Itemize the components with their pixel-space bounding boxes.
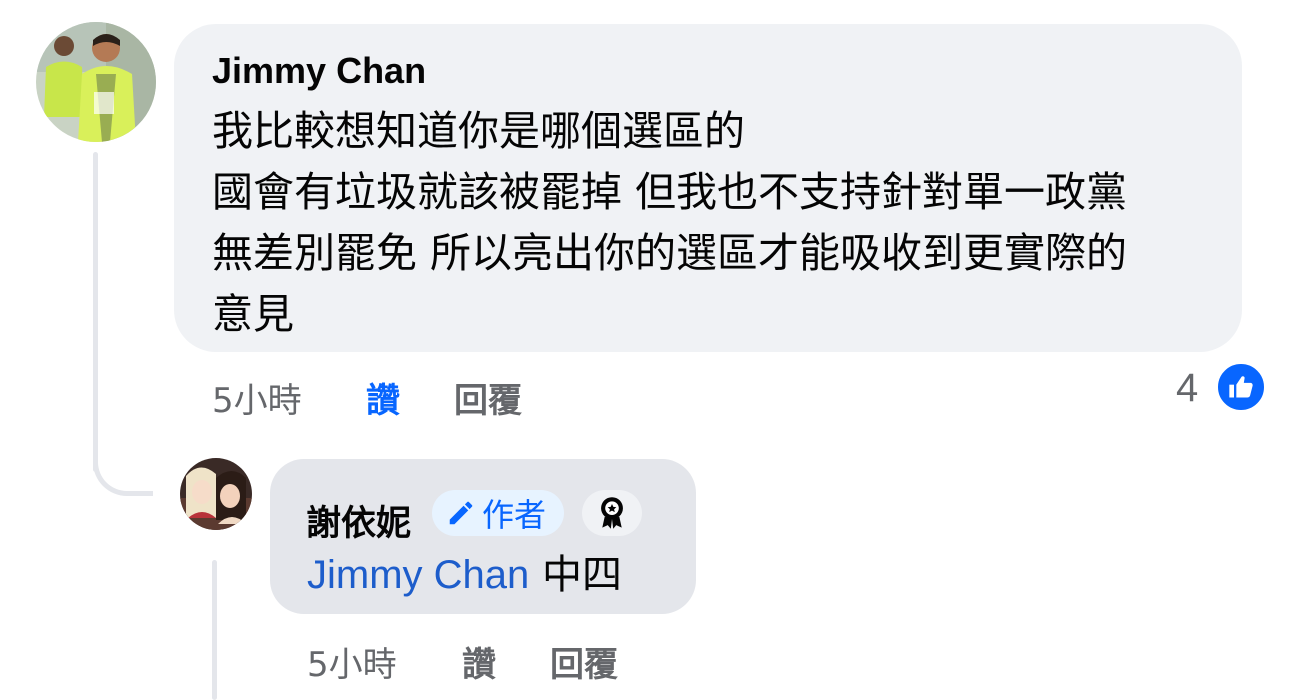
comment-author-name[interactable]: Jimmy Chan bbox=[212, 50, 426, 92]
like-button[interactable]: 讚 bbox=[366, 373, 400, 422]
thread-connector-curve bbox=[93, 410, 153, 496]
comment-text: 我比較想知道你是哪個選區的 國會有垃圾就該被罷掉 但我也不支持針對單一政黨 無差… bbox=[212, 101, 1222, 345]
reply-button[interactable]: 回覆 bbox=[550, 637, 618, 686]
reply-timestamp[interactable]: 5小時 bbox=[307, 637, 397, 686]
reply-text: Jimmy Chan 中四 bbox=[307, 542, 622, 600]
comment-text-line: 意見 bbox=[212, 290, 294, 338]
author-badge: 作者 bbox=[432, 490, 565, 536]
comment-text-line: 我比較想知道你是哪個選區的 bbox=[212, 107, 745, 155]
top-fan-award-icon bbox=[582, 490, 642, 536]
mention-link[interactable]: Jimmy Chan bbox=[307, 553, 529, 597]
comment-timestamp[interactable]: 5小時 bbox=[212, 373, 302, 422]
thumbs-up-icon[interactable] bbox=[1216, 362, 1266, 412]
pencil-icon bbox=[446, 498, 476, 528]
comment-text-line: 無差別罷免 所以亮出你的選區才能吸收到更實際的 bbox=[212, 229, 1128, 277]
reply-message: 中四 bbox=[529, 552, 622, 598]
comment-text-line: 國會有垃圾就該被罷掉 但我也不支持針對單一政黨 bbox=[212, 168, 1128, 216]
author-badge-label: 作者 bbox=[482, 496, 547, 534]
reply-button[interactable]: 回覆 bbox=[454, 373, 522, 422]
reaction-count[interactable]: 4 bbox=[1176, 366, 1198, 411]
avatar[interactable] bbox=[36, 22, 156, 142]
avatar[interactable] bbox=[180, 458, 252, 530]
like-button[interactable]: 讚 bbox=[462, 637, 496, 686]
reply-author-name[interactable]: 謝依妮 bbox=[306, 495, 411, 546]
reply-thread-line bbox=[212, 560, 217, 700]
